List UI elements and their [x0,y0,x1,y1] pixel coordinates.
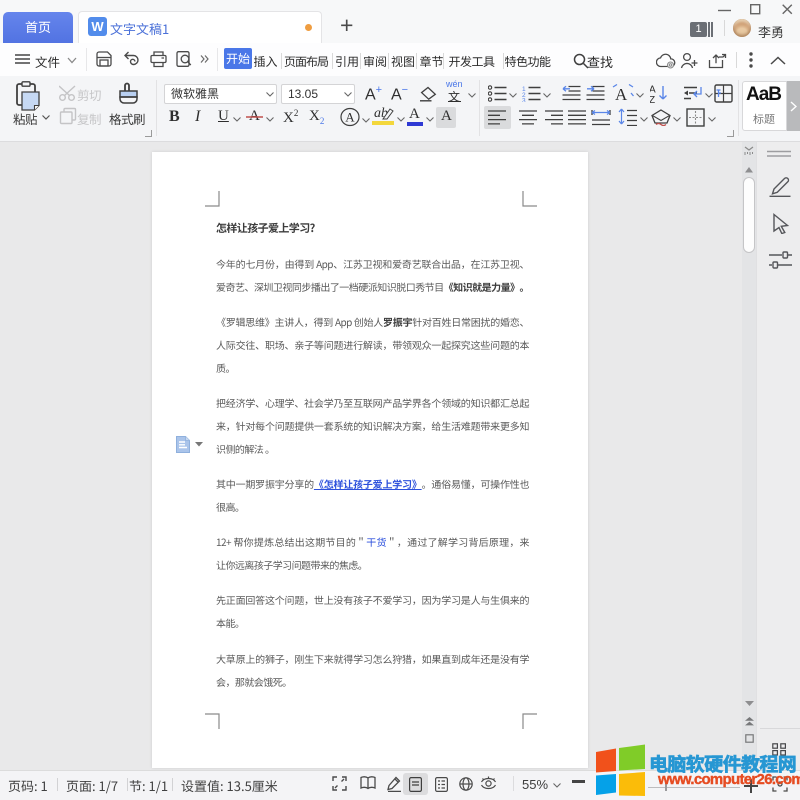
svg-text:3: 3 [522,98,526,103]
svg-text:Z: Z [650,95,655,103]
svg-text:A: A [650,85,656,96]
svg-text:A: A [345,110,355,125]
svg-text:A: A [615,85,628,103]
